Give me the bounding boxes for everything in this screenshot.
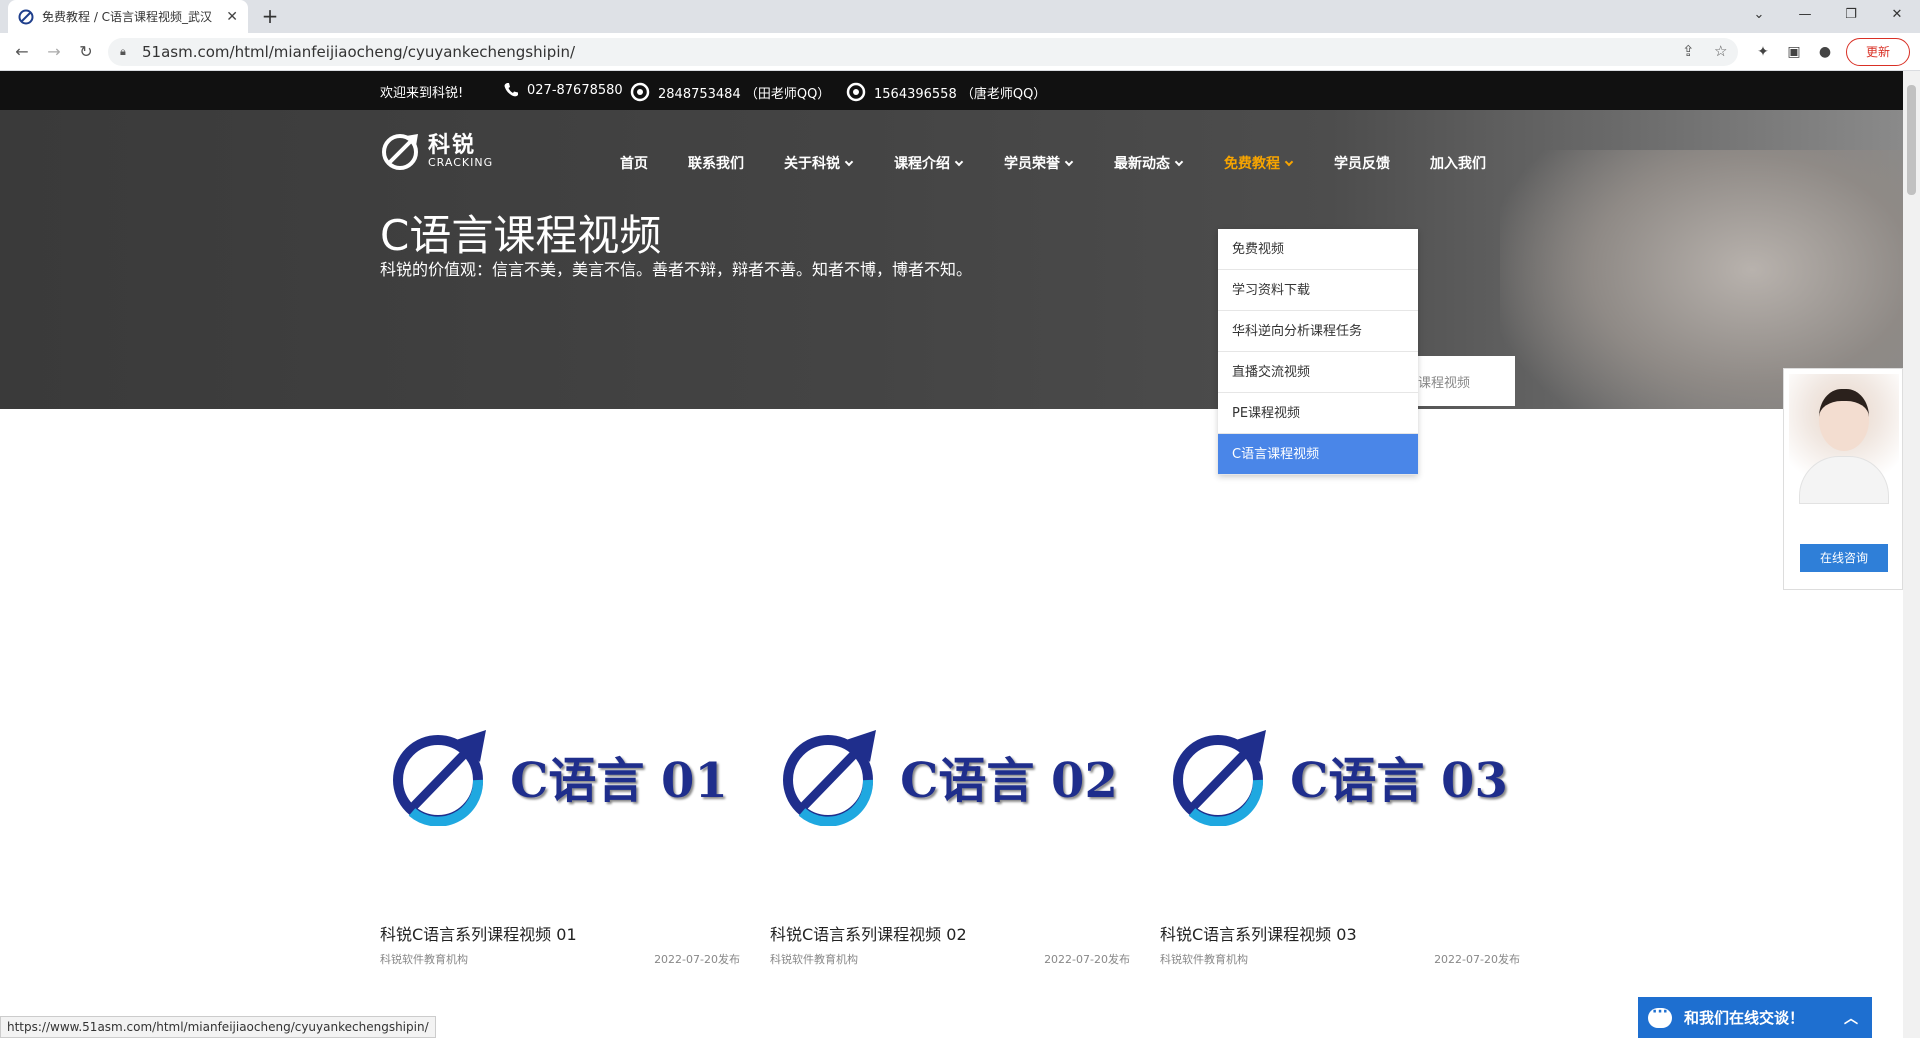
page-viewport: 欢迎来到科锐! 027-87678580 2848753484 （田老师QQ） … (0, 71, 1903, 1038)
video-org: 科锐软件教育机构 (770, 953, 858, 966)
site-logo[interactable]: 科锐 CRACKING (380, 130, 493, 172)
reload-icon[interactable]: ↻ (74, 40, 98, 64)
thumbnail-label: C语言 03 (1290, 753, 1508, 809)
new-tab-icon[interactable]: + (258, 4, 282, 28)
logo-cn: 科锐 (428, 132, 477, 158)
chat-label: 和我们在线交谈！ (1684, 1009, 1805, 1027)
topbar-qq2[interactable]: 1564396558 （唐老师QQ） (846, 82, 1046, 102)
dropdown-item-pe-videos[interactable]: PE课程视频 (1218, 393, 1418, 434)
chevron-down-icon (844, 157, 854, 167)
qq1-text: 2848753484 （田老师QQ） (658, 86, 831, 102)
chevron-down-icon (1064, 157, 1074, 167)
nav-join[interactable]: 加入我们 (1430, 153, 1486, 173)
nav-feedback[interactable]: 学员反馈 (1334, 153, 1390, 173)
video-card[interactable]: C语言 03 科锐C语言系列课程视频 03 科锐软件教育机构 2022-07-2… (1160, 641, 1520, 967)
cracking-logo-icon (783, 730, 877, 826)
tab-close-icon[interactable]: ✕ (226, 9, 238, 25)
video-date: 2022-07-20发布 (654, 953, 740, 966)
video-card[interactable]: C语言 02 科锐C语言系列课程视频 02 科锐软件教育机构 2022-07-2… (770, 641, 1130, 967)
profile-icon[interactable]: ● (1814, 41, 1836, 63)
site-topbar: 欢迎来到科锐! 027-87678580 2848753484 （田老师QQ） … (0, 71, 1903, 110)
side-panel-icon[interactable]: ▣ (1783, 41, 1805, 63)
chevron-down-icon (1174, 157, 1184, 167)
phone-icon (504, 83, 518, 97)
consult-widget: 在线咨询 (1783, 368, 1903, 590)
forward-icon[interactable]: → (42, 40, 66, 64)
cracking-logo-icon (1173, 730, 1267, 826)
topbar-qq1[interactable]: 2848753484 （田老师QQ） (630, 82, 830, 102)
video-title[interactable]: 科锐C语言系列课程视频 01 (380, 921, 740, 945)
video-org: 科锐软件教育机构 (380, 953, 468, 966)
phone-number: 027-87678580 (527, 82, 623, 98)
minimize-icon[interactable]: — (1782, 0, 1828, 30)
video-thumbnail[interactable]: C语言 03 (1160, 641, 1520, 911)
consultant-avatar (1789, 374, 1899, 504)
dropdown-item-reverse-tasks[interactable]: 华科逆向分析课程任务 (1218, 311, 1418, 352)
browser-tabstrip: 免费教程 / C语言课程视频_武汉 ✕ + ⌄ — ❐ ✕ (0, 0, 1920, 33)
nav-honors[interactable]: 学员荣誉 (1004, 153, 1074, 173)
tab-search-icon[interactable]: ⌄ (1736, 0, 1782, 30)
update-button[interactable]: 更新 (1846, 38, 1910, 66)
online-consult-button[interactable]: 在线咨询 (1800, 544, 1888, 572)
video-thumbnail[interactable]: C语言 02 (770, 641, 1130, 911)
site-favicon-icon (18, 9, 34, 24)
video-date: 2022-07-20发布 (1044, 953, 1130, 966)
nav-news[interactable]: 最新动态 (1114, 153, 1184, 173)
dropdown-item-free-videos[interactable]: 免费视频 (1218, 229, 1418, 270)
chevron-up-icon[interactable]: ︿ (1844, 1008, 1858, 1028)
qq-icon (630, 82, 650, 102)
browser-toolbar: ← → ↻ 🔒︎ 51asm.com/html/mianfeijiaocheng… (0, 33, 1920, 71)
chevron-down-icon (1284, 157, 1294, 167)
dropdown-item-downloads[interactable]: 学习资料下载 (1218, 270, 1418, 311)
browser-tab[interactable]: 免费教程 / C语言课程视频_武汉 ✕ (8, 0, 248, 33)
video-org: 科锐软件教育机构 (1160, 953, 1248, 966)
dropdown-item-live-videos[interactable]: 直播交流视频 (1218, 352, 1418, 393)
logo-mark-icon (382, 134, 418, 170)
dropdown-item-c-videos[interactable]: C语言课程视频 (1218, 434, 1418, 475)
nav-home[interactable]: 首页 (620, 153, 648, 173)
nav-courses[interactable]: 课程介绍 (894, 153, 964, 173)
welcome-text: 欢迎来到科锐! (380, 86, 464, 101)
video-card[interactable]: C语言 01 科锐C语言系列课程视频 01 科锐软件教育机构 2022-07-2… (380, 641, 740, 967)
nav-free-tutorials[interactable]: 免费教程 (1224, 153, 1294, 173)
nav-about[interactable]: 关于科锐 (784, 153, 854, 173)
page-title: C语言课程视频 (380, 211, 662, 260)
qq-icon (846, 82, 866, 102)
status-bar-url: https://www.51asm.com/html/mianfeijiaoch… (0, 1016, 436, 1038)
tab-title: 免费教程 / C语言课程视频_武汉 (42, 10, 213, 24)
nav-contact[interactable]: 联系我们 (688, 153, 744, 173)
address-url: 51asm.com/html/mianfeijiaocheng/cyuyanke… (142, 43, 576, 61)
restore-icon[interactable]: ❐ (1828, 0, 1874, 30)
free-tutorials-dropdown: 免费视频 学习资料下载 华科逆向分析课程任务 直播交流视频 PE课程视频 C语言… (1218, 229, 1418, 475)
scrollbar-thumb[interactable] (1907, 85, 1916, 195)
video-title[interactable]: 科锐C语言系列课程视频 03 (1160, 921, 1520, 945)
logo-en: CRACKING (428, 155, 494, 169)
share-icon[interactable]: ⇪ (1682, 42, 1695, 60)
video-thumbnail[interactable]: C语言 01 (380, 641, 740, 911)
chevron-down-icon (954, 157, 964, 167)
video-date: 2022-07-20发布 (1434, 953, 1520, 966)
page-scrollbar[interactable] (1903, 71, 1920, 1038)
breadcrumb-current[interactable]: 课程视频 (1418, 376, 1470, 391)
cracking-logo-icon (393, 730, 487, 826)
thumbnail-label: C语言 02 (900, 753, 1118, 809)
hero-banner: 科锐 CRACKING 首页 联系我们 关于科锐 课程介绍 学员荣誉 最新动态 … (0, 110, 1903, 409)
page-subtitle: 科锐的价值观：信言不美，美言不信。善者不辩，辩者不善。知者不博，博者不知。 (380, 260, 973, 279)
thumbnail-label: C语言 01 (510, 753, 728, 809)
close-window-icon[interactable]: ✕ (1874, 0, 1920, 30)
address-bar[interactable]: 🔒︎ 51asm.com/html/mianfeijiaocheng/cyuya… (108, 38, 1738, 66)
chat-bubble-icon (1648, 1004, 1672, 1028)
video-title[interactable]: 科锐C语言系列课程视频 02 (770, 921, 1130, 945)
live-chat-bar[interactable]: 和我们在线交谈！ ︿ (1638, 997, 1872, 1038)
back-icon[interactable]: ← (10, 40, 34, 64)
qq2-text: 1564396558 （唐老师QQ） (874, 86, 1047, 102)
extensions-icon[interactable]: ✦ (1752, 41, 1774, 63)
lock-icon: 🔒︎ (120, 45, 126, 58)
breadcrumb: 课程视频 (1418, 356, 1515, 406)
topbar-phone: 027-87678580 (503, 82, 623, 98)
bookmark-star-icon[interactable]: ☆ (1714, 42, 1727, 60)
